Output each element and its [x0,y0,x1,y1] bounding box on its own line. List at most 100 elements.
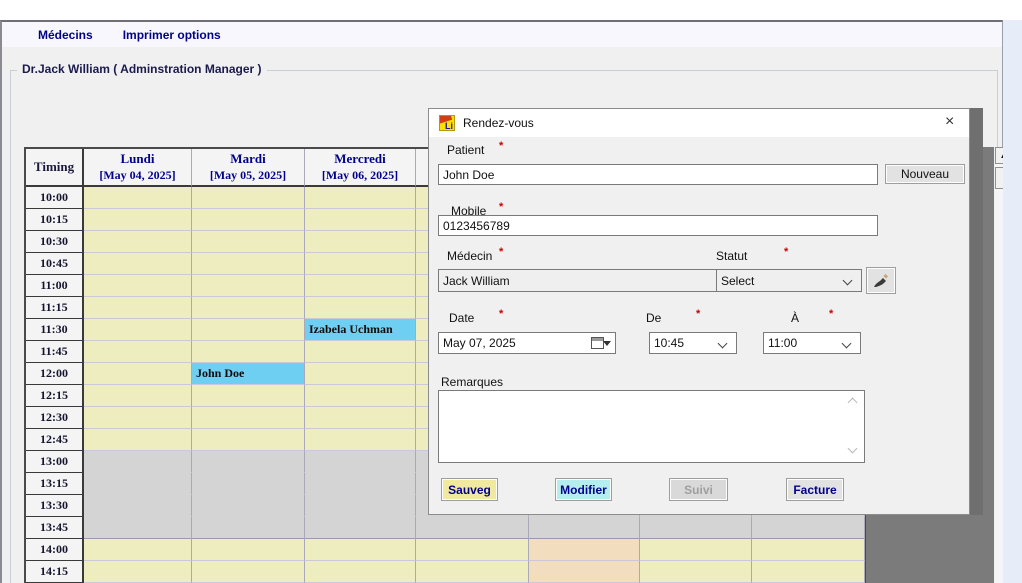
appointment-mardi-12:00[interactable]: John Doe [192,363,305,385]
slot-vendredi-14:15[interactable] [529,561,640,583]
slot-samedi-14:15[interactable] [640,561,752,583]
slot-mercredi-10:00[interactable] [305,187,416,209]
slot-lundi-12:00[interactable] [84,363,192,385]
menu-item-1[interactable]: Imprimer options [123,28,221,42]
slot-jeudi-14:00[interactable] [416,539,529,561]
close-icon[interactable]: × [945,113,954,131]
a-selected-value: 11:00 [768,336,797,350]
slot-mardi-11:00[interactable] [192,275,305,297]
slot-mercredi-10:15[interactable] [305,209,416,231]
slot-mercredi-11:45[interactable] [305,341,416,363]
rendezvous-dialog: Li Rendez-vous × Patient * John Doe Nouv… [428,108,970,515]
time-label-10:45: 10:45 [26,253,84,275]
time-label-13:15: 13:15 [26,473,84,495]
slot-samedi-13:45[interactable] [640,517,752,539]
slot-mardi-12:30[interactable] [192,407,305,429]
slot-lundi-10:00[interactable] [84,187,192,209]
slot-mercredi-12:30[interactable] [305,407,416,429]
slot-mardi-11:15[interactable] [192,297,305,319]
time-label-11:00: 11:00 [26,275,84,297]
slot-lundi-13:45[interactable] [84,517,192,539]
slot-mardi-14:00[interactable] [192,539,305,561]
remarques-textarea[interactable] [438,390,865,463]
patient-label: Patient [447,143,484,157]
slot-mercredi-14:15[interactable] [305,561,416,583]
slot-mercredi-11:15[interactable] [305,297,416,319]
a-time-select[interactable]: 11:00 [763,332,861,354]
medecin-required-marker: * [499,246,503,258]
de-required-marker: * [696,308,700,320]
date-picker[interactable]: May 07, 2025 [438,332,616,354]
slot-mercredi-13:00[interactable]: Break [305,451,416,473]
modifier-button[interactable]: Modifier [555,478,612,501]
chevron-down-icon [718,339,728,349]
brush-icon [872,273,890,289]
slot-lundi-10:15[interactable] [84,209,192,231]
slot-dimanche-13:45[interactable] [752,517,865,539]
slot-mercredi-14:00[interactable] [305,539,416,561]
slot-mercredi-12:15[interactable] [305,385,416,407]
slot-mercredi-12:00[interactable] [305,363,416,385]
slot-mardi-12:45[interactable] [192,429,305,451]
mobile-required-marker: * [499,201,503,213]
slot-mercredi-13:30[interactable] [305,495,416,517]
statut-label: Statut [716,249,747,263]
slot-mardi-13:30[interactable] [192,495,305,517]
slot-mardi-10:30[interactable] [192,231,305,253]
slot-dimanche-14:15[interactable] [752,561,865,583]
slot-lundi-10:45[interactable] [84,253,192,275]
sauveg-button[interactable]: Sauveg [441,478,498,501]
slot-mardi-12:15[interactable] [192,385,305,407]
dialog-title: Rendez-vous [463,116,534,130]
slot-mardi-13:00[interactable]: Break [192,451,305,473]
slot-lundi-13:15[interactable] [84,473,192,495]
slot-mercredi-12:45[interactable] [305,429,416,451]
mobile-input[interactable]: 0123456789 [438,215,878,236]
patient-input[interactable]: John Doe [438,164,878,185]
time-label-13:30: 13:30 [26,495,84,517]
slot-lundi-13:00[interactable]: Break [84,451,192,473]
slot-mercredi-13:45[interactable] [305,517,416,539]
slot-lundi-11:45[interactable] [84,341,192,363]
statut-select[interactable]: Select [716,269,862,292]
facture-button[interactable]: Facture [786,478,844,501]
app-logo-icon: Li [439,115,455,131]
slot-mercredi-10:30[interactable] [305,231,416,253]
slot-mardi-10:00[interactable] [192,187,305,209]
slot-lundi-12:45[interactable] [84,429,192,451]
slot-lundi-11:00[interactable] [84,275,192,297]
slot-mardi-13:15[interactable] [192,473,305,495]
slot-lundi-14:15[interactable] [84,561,192,583]
slot-mercredi-13:15[interactable] [305,473,416,495]
appointment-mercredi-11:30[interactable]: Izabela Uchman [305,319,416,341]
slot-dimanche-14:00[interactable] [752,539,865,561]
slot-jeudi-14:15[interactable] [416,561,529,583]
dialog-titlebar[interactable]: Li Rendez-vous × [429,109,969,137]
slot-mardi-10:15[interactable] [192,209,305,231]
chevron-down-icon [842,339,852,349]
menu-item-0[interactable]: Médecins [38,28,93,42]
slot-mardi-14:15[interactable] [192,561,305,583]
slot-mercredi-10:45[interactable] [305,253,416,275]
slot-lundi-11:30[interactable] [84,319,192,341]
slot-lundi-14:00[interactable] [84,539,192,561]
slot-mardi-11:30[interactable] [192,319,305,341]
slot-vendredi-14:00[interactable] [529,539,640,561]
slot-mardi-10:45[interactable] [192,253,305,275]
slot-vendredi-13:45[interactable] [529,517,640,539]
slot-lundi-11:15[interactable] [84,297,192,319]
date-label: Date [449,311,474,325]
slot-lundi-10:30[interactable] [84,231,192,253]
slot-jeudi-13:45[interactable] [416,517,529,539]
time-label-11:15: 11:15 [26,297,84,319]
nouveau-button[interactable]: Nouveau [885,164,965,184]
slot-mardi-11:45[interactable] [192,341,305,363]
de-time-select[interactable]: 10:45 [649,332,737,354]
slot-samedi-14:00[interactable] [640,539,752,561]
slot-lundi-12:30[interactable] [84,407,192,429]
slot-mercredi-11:00[interactable] [305,275,416,297]
slot-lundi-13:30[interactable] [84,495,192,517]
slot-lundi-12:15[interactable] [84,385,192,407]
slot-mardi-13:45[interactable] [192,517,305,539]
brush-button[interactable] [866,267,896,294]
